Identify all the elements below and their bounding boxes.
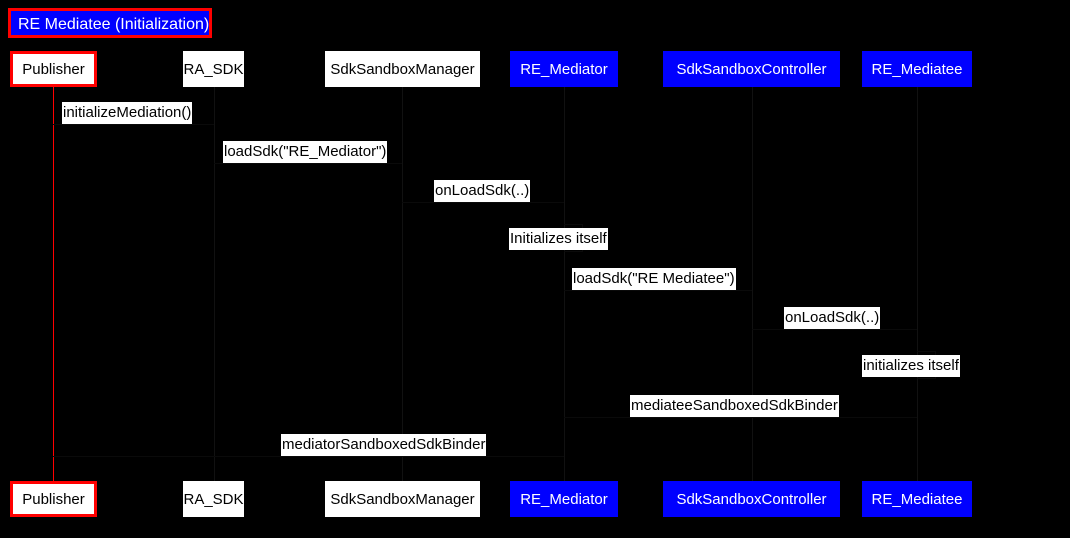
message-arrow-m1 — [53, 124, 214, 125]
participant-label: Publisher — [22, 490, 85, 508]
participant-label: SdkSandboxController — [676, 60, 827, 78]
message-arrow-m3 — [402, 202, 564, 203]
message-label-m1: initializeMediation() — [62, 102, 193, 124]
message-arrow-m8 — [564, 417, 917, 418]
participant-foot-re-mediatee: RE_Mediatee — [862, 481, 972, 517]
participant-foot-ra-sdk: RA_SDK — [183, 481, 244, 517]
diagram-title: RE Mediatee (Initialization) — [8, 8, 212, 38]
message-label-m5: loadSdk("RE Mediatee") — [572, 268, 736, 290]
participant-head-re-mediator: RE_Mediator — [510, 51, 618, 87]
participant-label: SdkSandboxManager — [330, 60, 475, 78]
lifeline-sdk-sandbox-manager — [402, 87, 403, 481]
lifeline-sdk-sandbox-controller — [752, 87, 753, 481]
message-arrow-m5 — [564, 290, 752, 291]
participant-label: RE_Mediatee — [871, 60, 963, 78]
message-label-m7: initializes itself — [862, 355, 960, 377]
participant-label: SdkSandboxManager — [330, 490, 475, 508]
participant-foot-re-mediator: RE_Mediator — [510, 481, 618, 517]
participant-head-publisher: Publisher — [10, 51, 97, 87]
message-label-m6: onLoadSdk(..) — [784, 307, 881, 329]
message-label-m8: mediateeSandboxedSdkBinder — [630, 395, 839, 417]
participant-head-re-mediatee: RE_Mediatee — [862, 51, 972, 87]
participant-label: Publisher — [22, 60, 85, 78]
participant-foot-publisher: Publisher — [10, 481, 97, 517]
participant-label: RA_SDK — [183, 490, 244, 508]
sequence-diagram-canvas: RE Mediatee (Initialization) Publisher RA… — [0, 0, 1070, 538]
message-label-m9: mediatorSandboxedSdkBinder — [281, 434, 487, 456]
participant-label: RE_Mediatee — [871, 490, 963, 508]
message-arrow-m6 — [752, 329, 917, 330]
participant-head-sdk-sandbox-controller: SdkSandboxController — [663, 51, 840, 87]
participant-head-sdk-sandbox-manager: SdkSandboxManager — [325, 51, 480, 87]
message-label-m4: Initializes itself — [509, 228, 608, 250]
participant-label: RE_Mediator — [520, 490, 608, 508]
message-arrow-m2 — [214, 163, 402, 164]
participant-foot-sdk-sandbox-manager: SdkSandboxManager — [325, 481, 480, 517]
message-label-m3: onLoadSdk(..) — [434, 180, 531, 202]
participant-label: SdkSandboxController — [676, 490, 827, 508]
participant-head-ra-sdk: RA_SDK — [183, 51, 244, 87]
lifeline-ra-sdk — [214, 87, 215, 481]
lifeline-re-mediatee — [917, 87, 918, 481]
message-arrow-m9 — [53, 456, 564, 457]
message-label-m2: loadSdk("RE_Mediator") — [223, 141, 388, 163]
participant-label: RA_SDK — [183, 60, 244, 78]
participant-label: RE_Mediator — [520, 60, 608, 78]
participant-foot-sdk-sandbox-controller: SdkSandboxController — [663, 481, 840, 517]
lifeline-publisher — [53, 87, 54, 481]
lifeline-re-mediator — [564, 87, 565, 481]
